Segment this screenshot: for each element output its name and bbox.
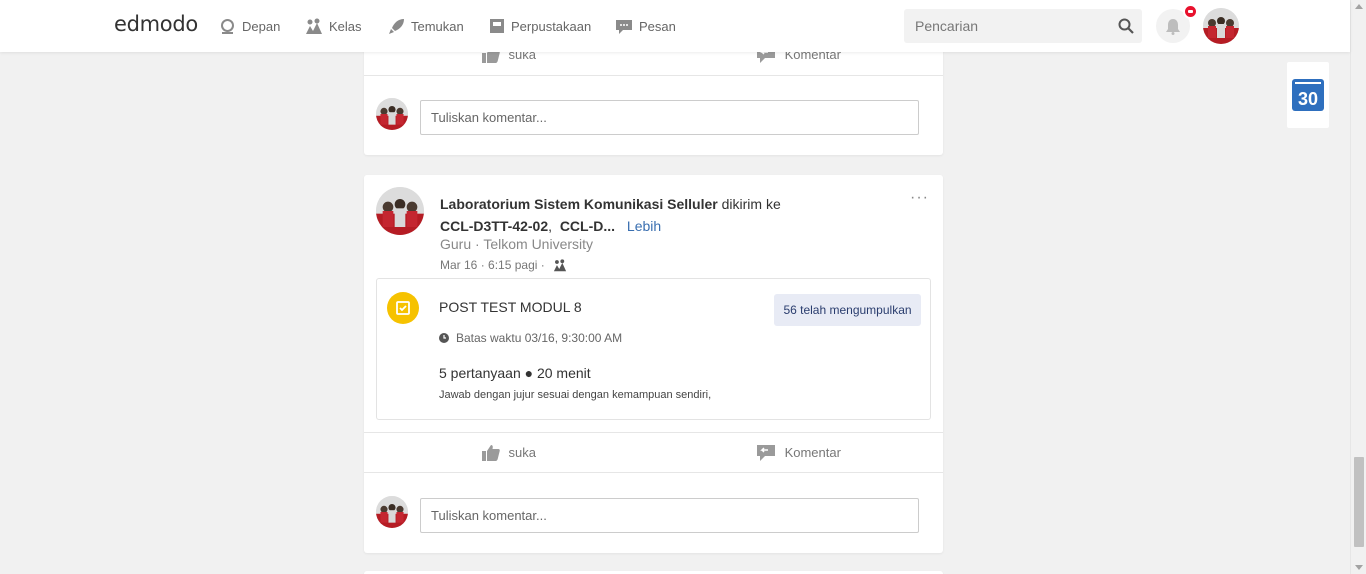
group-visibility-icon xyxy=(553,258,566,271)
comment-composer xyxy=(364,90,943,150)
separator: · xyxy=(475,236,480,252)
comment-icon xyxy=(756,444,775,461)
calendar-day: 30 xyxy=(1297,89,1319,109)
nav-label-temukan: Temukan xyxy=(411,18,464,34)
commenter-avatar xyxy=(376,98,408,130)
user-avatar[interactable] xyxy=(1203,8,1239,44)
classes-icon xyxy=(306,18,322,34)
post-author[interactable]: Laboratorium Sistem Komunikasi Selluler xyxy=(440,196,718,212)
home-icon xyxy=(221,18,234,34)
nav-item-kelas[interactable]: Kelas xyxy=(305,16,362,36)
search-icon[interactable] xyxy=(1118,18,1134,34)
nav-item-temukan[interactable]: Temukan xyxy=(388,16,464,36)
calendar-widget[interactable]: 30 xyxy=(1287,62,1329,128)
notification-badge xyxy=(1183,4,1198,19)
edmodo-logo[interactable]: edmodo xyxy=(114,12,198,36)
nav-label-pesan: Pesan xyxy=(639,18,676,34)
submissions-badge[interactable]: 56 telah mengumpulkan xyxy=(774,294,921,326)
like-button[interactable]: suka xyxy=(364,433,654,472)
comment-input[interactable] xyxy=(420,498,919,533)
post-header: Laboratorium Sistem Komunikasi Selluler … xyxy=(440,196,781,234)
thumbs-up-icon xyxy=(481,444,500,461)
quiz-deadline: Batas waktu 03/16, 9:30:00 AM xyxy=(439,331,622,345)
rocket-icon xyxy=(389,18,404,34)
feed-post-quiz: Laboratorium Sistem Komunikasi Selluler … xyxy=(364,175,943,553)
scrollbar-thumb[interactable] xyxy=(1354,457,1364,547)
comment-button[interactable]: Komentar xyxy=(654,433,944,472)
post-options-button[interactable]: ··· xyxy=(910,190,929,206)
like-label: suka xyxy=(508,445,536,460)
post-time: 6:15 pagi xyxy=(488,258,538,272)
scroll-up-arrow-icon[interactable] xyxy=(1355,4,1363,9)
quiz-icon xyxy=(387,292,419,324)
library-icon xyxy=(490,19,504,33)
nav-label-kelas: Kelas xyxy=(329,18,362,34)
nav-label-depan: Depan xyxy=(242,18,281,34)
calendar-icon: 30 xyxy=(1292,79,1324,111)
nav-item-depan[interactable]: Depan xyxy=(219,16,280,36)
quiz-attachment[interactable]: POST TEST MODUL 8 56 telah mengumpulkan … xyxy=(376,278,931,420)
search-input[interactable] xyxy=(904,9,1104,43)
commenter-avatar xyxy=(376,496,408,528)
comment-composer xyxy=(364,474,943,534)
author-school: Telkom University xyxy=(483,236,594,252)
author-avatar[interactable] xyxy=(376,187,424,235)
clock-icon xyxy=(439,333,449,343)
scroll-down-arrow-icon[interactable] xyxy=(1355,565,1363,570)
nav-label-perpustakaan: Perpustakaan xyxy=(511,18,592,34)
nav-item-pesan[interactable]: Pesan xyxy=(615,16,676,36)
recipient-group-1[interactable]: CCL-D3TT-42-02 xyxy=(440,218,548,234)
deadline-text: Batas waktu 03/16, 9:30:00 AM xyxy=(456,331,623,345)
post-timestamp: Mar 16 · 6:15 pagi · xyxy=(440,258,567,272)
quiz-meta: 5 pertanyaan ● 20 menit xyxy=(439,365,591,381)
top-navbar: edmodo Depan Kelas Temukan Perpustakaan … xyxy=(0,0,1350,52)
author-role: Guru xyxy=(440,236,472,252)
post-date: Mar 16 xyxy=(440,258,478,272)
author-subline: Guru · Telkom University xyxy=(440,236,593,252)
post-actions: suka Komentar xyxy=(364,432,943,473)
comment-input[interactable] xyxy=(420,100,919,135)
recipient-group-2[interactable]: CCL-D... xyxy=(560,218,615,234)
page-scrollbar[interactable] xyxy=(1350,0,1366,574)
nav-item-perpustakaan[interactable]: Perpustakaan xyxy=(489,16,591,36)
search-box xyxy=(904,9,1142,43)
comment-label: Komentar xyxy=(784,445,841,460)
sent-to-text: dikirim ke xyxy=(721,196,781,212)
quiz-title[interactable]: POST TEST MODUL 8 xyxy=(439,299,582,315)
bell-icon xyxy=(1166,18,1180,35)
quiz-description: Jawab dengan jujur sesuai dengan kemampu… xyxy=(439,389,712,401)
message-icon xyxy=(616,19,632,34)
more-recipients-link[interactable]: Lebih xyxy=(627,218,661,234)
